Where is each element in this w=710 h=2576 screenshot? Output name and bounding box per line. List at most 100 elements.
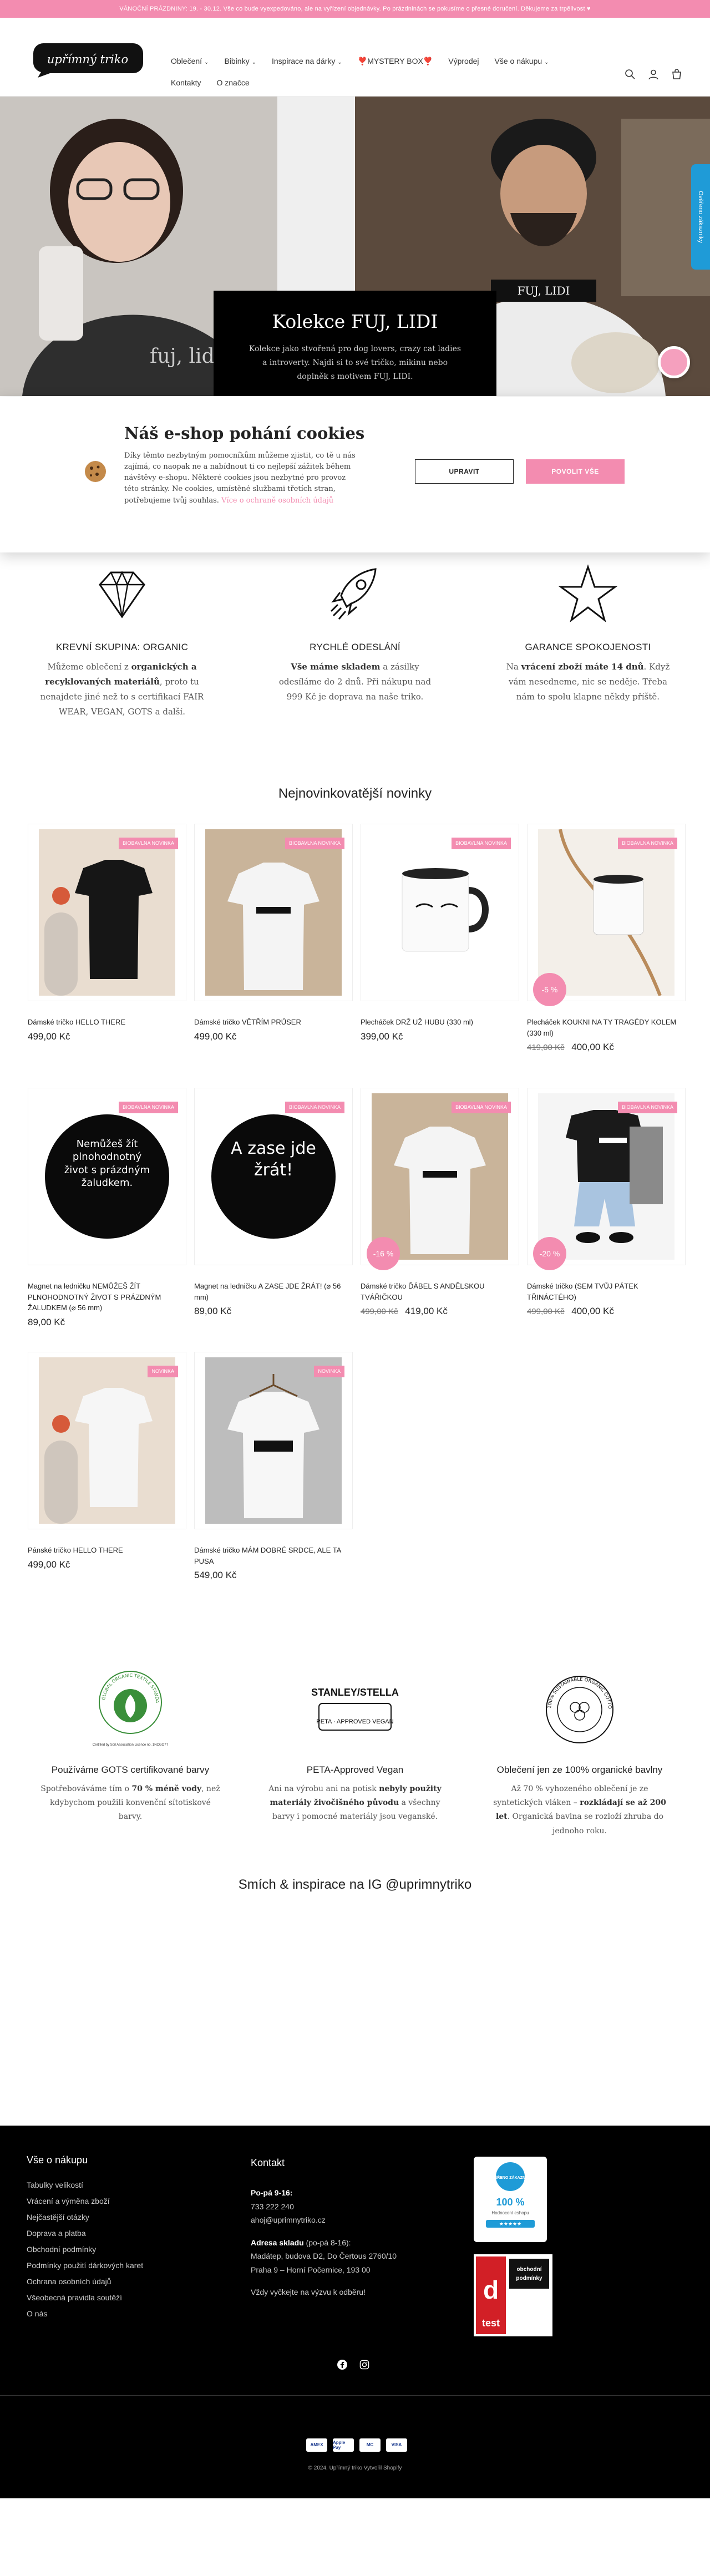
product-image[interactable]: BIOBAVLNA NOVINKA -20 % [527,1088,686,1270]
product-current-price: 499,00 Kč [28,1031,70,1042]
product-current-price: 399,00 Kč [361,1031,403,1042]
stanley-stella-logo: STANLEY/STELLA PETA · APPROVED VEGAN [311,1687,399,1731]
footer-email[interactable]: ahoj@uprimnytriko.cz [251,2213,450,2227]
product-price: 499,00 Kč 419,00 Kč [361,1306,519,1317]
verified-customers-badge[interactable]: OVĚŘENO ZÁKAZNÍKY 100 % Hodnocení eshopu… [474,2156,547,2242]
copyright: © 2024, Upřímný triko Vytvořil Shopify [308,2465,402,2471]
product-grid: BIOBAVLNA NOVINKA Dámské tričko HELLO TH… [0,824,710,1607]
footer-link-privacy[interactable]: Ochrana osobních údajů [27,2277,143,2286]
product-price: 499,00 Kč [194,1031,353,1042]
cookie-privacy-link[interactable]: Více o ochraně osobních údajů [221,496,333,505]
product-image[interactable]: BIOBAVLNA NOVINKA -16 % [361,1088,519,1270]
product-name[interactable]: Pánské tričko HELLO THERE [28,1545,186,1556]
nav-inspirace[interactable]: Inspirace na dárky ⌄ [272,57,342,66]
footer-link-sizes[interactable]: Tabulky velikostí [27,2181,143,2189]
product-price: 89,00 Kč [28,1317,186,1328]
cert-text: Až 70 % vyhozeného oblečení je ze syntet… [493,1784,666,1835]
nav-o-znacce[interactable]: O značce [216,78,249,87]
product-image[interactable]: A zase jde žrát! BIOBAVLNA NOVINKA [194,1088,353,1265]
instagram-icon[interactable] [359,2360,369,2370]
product-image[interactable]: BIOBAVLNA NOVINKA -5 % [527,824,686,1006]
product-badge: NOVINKA [314,1366,344,1377]
verified-badge-tab[interactable]: Ověřeno zákazníky [691,164,710,270]
footer-link-contests[interactable]: Všeobecná pravidla soutěží [27,2293,143,2302]
payment-methods: AMEX Apple Pay MC VISA [306,2438,407,2452]
nav-bibinky[interactable]: Bibinky ⌄ [224,57,256,66]
magnet-text: Nemůžeš žít plnohodnotný život s prázdný… [64,1138,150,1189]
product-name[interactable]: Dámské tričko MÁM DOBRÉ SRDCE, ALE TA PU… [194,1545,353,1566]
product-card[interactable]: BIOBAVLNA NOVINKA -5 % Plecháček KOUKNI … [527,824,686,1079]
features-section: KREVNÍ SKUPINA: ORGANIC Můžeme oblečení … [0,562,710,719]
product-image[interactable]: NOVINKA [28,1352,186,1529]
chevron-down-icon: ⌄ [337,59,342,65]
product-price: 499,00 Kč [28,1031,186,1042]
cookie-banner: Náš e-shop pohání cookies Díky těmto nez… [0,397,710,552]
product-card[interactable]: BIOBAVLNA NOVINKA -20 % Dámské tričko (S… [527,1088,686,1343]
star-icon [558,564,618,622]
product-card[interactable]: A zase jde žrát! BIOBAVLNA NOVINKA Magne… [194,1088,353,1343]
logo[interactable]: upřímný triko [28,39,149,79]
footer-link-shipping[interactable]: Doprava a platba [27,2229,143,2238]
nav-vse-o-nakupu[interactable]: Vše o nákupu ⌄ [495,57,549,66]
cookie-accept-all-button[interactable]: POVOLIT VŠE [526,459,625,484]
svg-text:STANLEY/STELLA: STANLEY/STELLA [311,1687,399,1698]
footer-phone[interactable]: 733 222 240 [251,2200,450,2214]
product-card[interactable]: BIOBAVLNA NOVINKA Dámské tričko HELLO TH… [28,824,186,1079]
product-card[interactable]: NOVINKA Pánské tričko HELLO THERE 499,00… [28,1352,186,1607]
product-current-price: 89,00 Kč [28,1316,65,1327]
product-card[interactable]: NOVINKA Dámské tričko MÁM DOBRÉ SRDCE, A… [194,1352,353,1607]
cookie-title: Náš e-shop pohání cookies [124,424,365,443]
nav-kontakty[interactable]: Kontakty [171,78,201,87]
footer-link-terms[interactable]: Obchodní podmínky [27,2245,143,2254]
site-header: upřímný triko Oblečení ⌄ Bibinky ⌄ Inspira… [0,18,710,97]
product-name[interactable]: Plecháček KOUKNI NA TY TRAGÉDY KOLEM (33… [527,1017,686,1038]
svg-text:obchodní: obchodní [517,2266,542,2273]
product-name[interactable]: Plecháček DRŽ UŽ HUBU (330 ml) [361,1017,519,1028]
svg-text:d: d [483,2275,499,2304]
svg-text:100 %: 100 % [496,2197,524,2208]
cookie-edit-button[interactable]: UPRAVIT [415,459,514,484]
footer-link-faq[interactable]: Nejčastější otázky [27,2213,143,2222]
cart-icon[interactable] [671,69,682,80]
nav-vyprodej[interactable]: Výprodej [448,57,479,66]
footer-link-giftcards[interactable]: Podmínky použití dárkových karet [27,2261,143,2270]
logo-text: upřímný triko [47,53,128,66]
footer-links: Vše o nákupu Tabulky velikostí Vrácení a… [27,2154,143,2325]
product-card[interactable]: BIOBAVLNA NOVINKA Dámské tričko VĚTŘÍM P… [194,824,353,1079]
cert-text: Ani na výrobu ani na potisk nebyly použi… [268,1784,442,1822]
product-image[interactable]: NOVINKA [194,1352,353,1529]
nav-mystery-box[interactable]: ❣️MYSTERY BOX❣️ [358,57,433,66]
product-name[interactable]: Magnet na ledničku NEMŮŽEŠ ŽÍT PLNOHODNO… [28,1281,186,1314]
product-current-price: 400,00 Kč [571,1306,614,1316]
product-name[interactable]: Dámské tričko HELLO THERE [28,1017,186,1028]
instagram-title: Smích & inspirace na IG @uprimnytriko [238,1877,472,1892]
sale-badge: -20 % [533,1237,566,1270]
product-card[interactable]: Nemůžeš žít plnohodnotný život s prázdný… [28,1088,186,1343]
product-image[interactable]: BIOBAVLNA NOVINKA [28,824,186,1001]
cert-title: Oblečení jen ze 100% organické bavlny [496,1764,663,1775]
facebook-icon[interactable] [337,2359,347,2370]
product-image[interactable]: BIOBAVLNA NOVINKA [194,824,353,1001]
product-card[interactable]: BIOBAVLNA NOVINKA -16 % Dámské tričko ĎÁ… [361,1088,519,1343]
hero-caption: Kolekce FUJ, LIDI Kolekce jako stvořená … [214,291,496,396]
product-name[interactable]: Dámské tričko VĚTŘÍM PRŮSER [194,1017,353,1028]
product-card[interactable]: BIOBAVLNA NOVINKA Plecháček DRŽ UŽ HUBU … [361,824,519,1079]
social-links [337,2359,369,2370]
hero-banner[interactable]: fuj, lidi FUJ, LIDI Kolekce FUJ, LIDI Ko… [0,97,710,396]
nav-oblečení[interactable]: Oblečení ⌄ [171,57,209,66]
product-name[interactable]: Dámské tričko ĎÁBEL S ANDĚLSKOU TVÁŘIČKO… [361,1281,519,1302]
account-icon[interactable] [648,69,659,80]
product-name[interactable]: Magnet na ledničku A ZASE JDE ŽRÁT! (⌀ 5… [194,1281,353,1302]
product-image[interactable]: BIOBAVLNA NOVINKA [361,824,519,1001]
product-name[interactable]: Dámské tričko (SEM TVŮJ PÁTEK TŘINÁCTÉHO… [527,1281,686,1302]
chat-button[interactable] [658,346,690,378]
footer-link-about[interactable]: O nás [27,2309,143,2318]
product-current-price: 499,00 Kč [28,1559,70,1570]
footer-link-returns[interactable]: Vrácení a výměna zboží [27,2197,143,2205]
search-icon[interactable] [625,69,636,80]
product-current-price: 419,00 Kč [405,1306,448,1316]
product-badge: BIOBAVLNA NOVINKA [285,1102,344,1113]
product-image[interactable]: Nemůžeš žít plnohodnotný život s prázdný… [28,1088,186,1265]
dtest-badge[interactable]: d test obchodní podmínky [474,2254,552,2336]
cert-vegan: STANLEY/STELLA PETA · APPROVED VEGAN PET… [263,1662,447,1838]
